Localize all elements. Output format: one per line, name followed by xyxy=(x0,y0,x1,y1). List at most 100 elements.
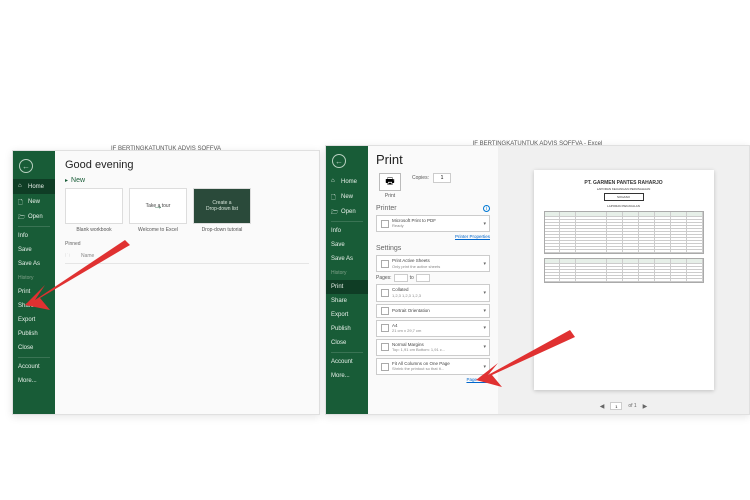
pages-label: Pages: xyxy=(376,275,392,281)
template-thumb xyxy=(65,188,123,224)
folder-icon: 🗁 xyxy=(18,213,25,220)
backstage-print-panel: IF BERTINGKATUNTUK ADVIS SOFFVA - Excel … xyxy=(325,145,750,415)
collate-icon xyxy=(381,289,389,297)
sidebar-item-save[interactable]: Save xyxy=(13,243,55,257)
print-settings-pane: Print 🖶 Print Copies: Printer i Microsof… xyxy=(368,146,498,414)
scale-icon xyxy=(381,363,389,371)
new-icon: 🗋 xyxy=(18,198,25,205)
sidebar-item-more[interactable]: More... xyxy=(326,369,368,383)
print-content: Print 🖶 Print Copies: Printer i Microsof… xyxy=(368,146,749,414)
printer-properties-link[interactable]: Printer Properties xyxy=(376,234,490,239)
greeting: Good evening xyxy=(65,159,309,171)
page-of-label: of 1 xyxy=(628,403,636,409)
pages-from-input[interactable] xyxy=(394,274,408,282)
printer-dropdown[interactable]: Microsoft Print to PDFReady xyxy=(376,215,490,232)
file-list-header: 🗀 Name xyxy=(65,251,309,264)
preview-subtitle: LAPORAN KEUANGAN PERUSAHAAN xyxy=(544,187,704,191)
copies-input[interactable] xyxy=(433,173,451,183)
sidebar-item-save[interactable]: Save xyxy=(326,238,368,252)
sidebar-item-publish[interactable]: Publish xyxy=(326,322,368,336)
separator xyxy=(331,221,363,222)
home-icon: ⌂ xyxy=(331,178,338,185)
prev-page-button[interactable]: ◀ xyxy=(600,403,605,410)
sidebar-item-open[interactable]: 🗁Open xyxy=(13,209,55,224)
orientation-dropdown[interactable]: Portrait Orientation xyxy=(376,304,490,318)
sidebar-item-close[interactable]: Close xyxy=(326,336,368,350)
template-dropdown[interactable]: Create a Drop-down list Drop-down tutori… xyxy=(193,188,251,233)
sidebar-item-account[interactable]: Account xyxy=(13,360,55,374)
sidebar-item-print[interactable]: Print xyxy=(326,280,368,294)
separator xyxy=(18,357,50,358)
sidebar-item-more[interactable]: More... xyxy=(13,374,55,388)
print-button[interactable]: 🖶 Print xyxy=(376,173,404,199)
sidebar-item-new[interactable]: 🗋New xyxy=(13,194,55,209)
preview-table-1 xyxy=(544,211,704,254)
sidebar-right: ← ⌂Home 🗋New 🗁Open Info Save Save As His… xyxy=(326,146,368,414)
margins-icon xyxy=(381,343,389,351)
sidebar-item-print[interactable]: Print xyxy=(13,285,55,299)
paper-icon xyxy=(381,324,389,332)
sidebar-item-export[interactable]: Export xyxy=(326,308,368,322)
sidebar-item-account[interactable]: Account xyxy=(326,355,368,369)
recent-tabs: Pinned xyxy=(65,241,309,247)
preview-table-2 xyxy=(544,258,704,283)
folder-icon: 🗁 xyxy=(331,208,338,215)
template-row: Blank workbook Take a tour Welcome to Ex… xyxy=(65,188,309,233)
new-icon: 🗋 xyxy=(331,193,338,200)
sidebar-item-home[interactable]: ⌂Home xyxy=(13,179,55,194)
margins-dropdown[interactable]: Normal MarginsTop: 1,91 cm Bottom: 1,91 … xyxy=(376,339,490,356)
sidebar-item-history: History xyxy=(326,266,368,280)
preview-pager: ◀ of 1 ▶ xyxy=(498,402,749,410)
preview-company: PT. GARMEN PANTES RAHARJO xyxy=(544,180,704,186)
sidebar-item-info[interactable]: Info xyxy=(13,229,55,243)
template-welcome[interactable]: Take a tour Welcome to Excel xyxy=(129,188,187,233)
portrait-icon xyxy=(381,307,389,315)
paper-size-dropdown[interactable]: A421 cm x 29,7 cm xyxy=(376,320,490,337)
sidebar-item-share[interactable]: Share xyxy=(13,299,55,313)
sidebar-item-info[interactable]: Info xyxy=(326,224,368,238)
sheets-icon xyxy=(381,260,389,268)
backstage-home-panel: IF BERTINGKATUNTUK ADVIS SOFFVA ← ⌂Home … xyxy=(12,150,320,415)
sidebar-item-saveas[interactable]: Save As xyxy=(326,252,368,266)
preview-caption: LAPORAN PENJUALAN xyxy=(544,204,704,208)
collation-dropdown[interactable]: Collated1,2,3 1,2,3 1,2,3 xyxy=(376,284,490,301)
page-setup-link[interactable]: Page Setup xyxy=(376,377,490,382)
sidebar-left: ← ⌂Home 🗋New 🗁Open Info Save Save As His… xyxy=(13,151,55,414)
info-icon[interactable]: i xyxy=(483,205,490,212)
home-icon: ⌂ xyxy=(18,183,25,190)
back-button[interactable]: ← xyxy=(332,154,346,168)
page-input[interactable] xyxy=(610,402,622,410)
template-blank[interactable]: Blank workbook xyxy=(65,188,123,233)
pin-col: 🗀 xyxy=(65,253,81,261)
printer-section-head: Printer xyxy=(376,205,397,212)
separator xyxy=(18,226,50,227)
new-section-head[interactable]: New xyxy=(65,177,309,184)
printer-icon xyxy=(381,220,389,228)
template-thumb: Create a Drop-down list xyxy=(193,188,251,224)
scaling-dropdown[interactable]: Fit All Columns on One PageShrink the pr… xyxy=(376,358,490,375)
printer-icon: 🖶 xyxy=(379,173,401,191)
print-title: Print xyxy=(376,152,490,167)
sidebar-item-share[interactable]: Share xyxy=(326,294,368,308)
print-what-dropdown[interactable]: Print Active SheetsOnly print the active… xyxy=(376,255,490,272)
preview-badge: SOGASO xyxy=(604,193,644,201)
sidebar-item-home[interactable]: ⌂Home xyxy=(326,174,368,189)
pages-to-input[interactable] xyxy=(416,274,430,282)
sidebar-item-new[interactable]: 🗋New xyxy=(326,189,368,204)
preview-page: PT. GARMEN PANTES RAHARJO LAPORAN KEUANG… xyxy=(534,170,714,390)
back-button[interactable]: ← xyxy=(19,159,33,173)
next-page-button[interactable]: ▶ xyxy=(643,403,648,410)
home-content: Good evening New Blank workbook Take a t… xyxy=(55,151,319,414)
name-col: Name xyxy=(81,253,94,261)
print-preview-pane: PT. GARMEN PANTES RAHARJO LAPORAN KEUANG… xyxy=(498,146,749,414)
template-thumb: Take a tour xyxy=(129,188,187,224)
tab-pinned[interactable]: Pinned xyxy=(65,241,81,247)
sidebar-item-open[interactable]: 🗁Open xyxy=(326,204,368,219)
sidebar-item-publish[interactable]: Publish xyxy=(13,327,55,341)
sidebar-item-history: History xyxy=(13,271,55,285)
sidebar-item-export[interactable]: Export xyxy=(13,313,55,327)
settings-section-head: Settings xyxy=(376,245,401,252)
sidebar-item-close[interactable]: Close xyxy=(13,341,55,355)
separator xyxy=(331,352,363,353)
sidebar-item-saveas[interactable]: Save As xyxy=(13,257,55,271)
